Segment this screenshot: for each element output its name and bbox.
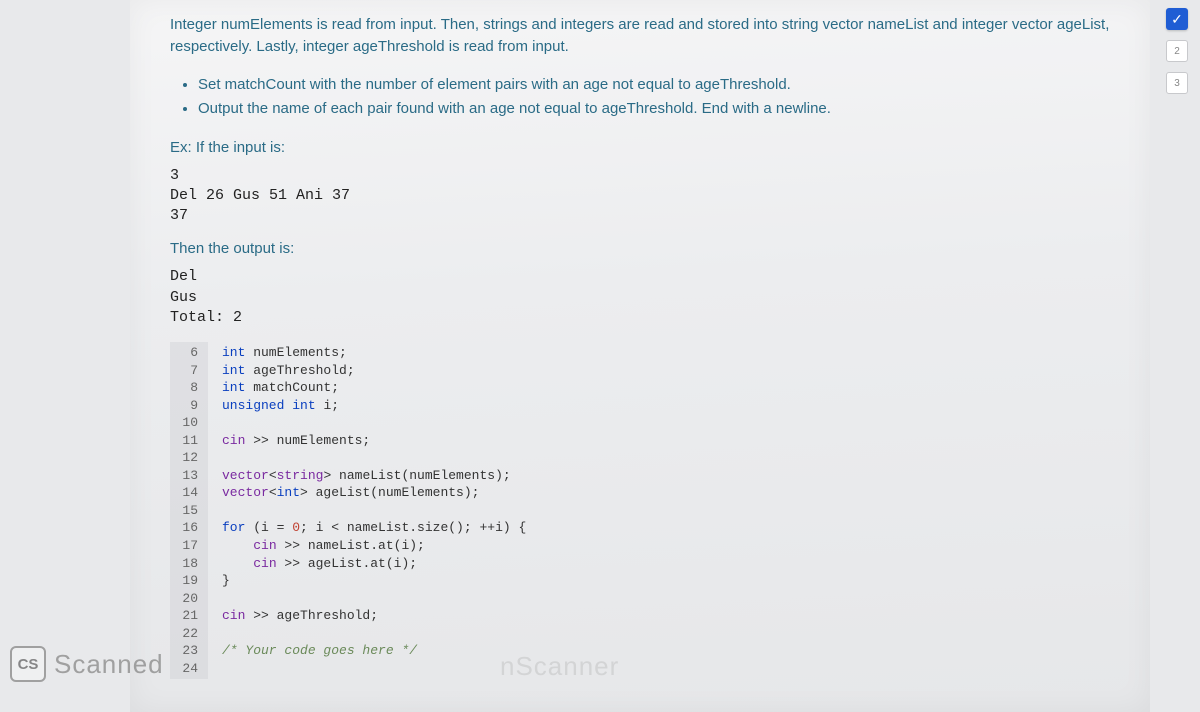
code-editor[interactable]: 6 7 8 9 10 11 12 13 14 15 16 17 18 19 20… [170,342,1120,679]
requirements-list: Set matchCount with the number of elemen… [198,74,1120,121]
example-output: Del Gus Total: 2 [170,267,1120,328]
step-box-3[interactable]: 3 [1166,72,1188,94]
example-input-label: Ex: If the input is: [170,139,1120,156]
line-number-gutter: 6 7 8 9 10 11 12 13 14 15 16 17 18 19 20… [170,342,208,679]
example-input: 3 Del 26 Gus 51 Ani 37 37 [170,166,1120,227]
code-content[interactable]: int numElements; int ageThreshold; int m… [208,342,526,679]
problem-page: Integer numElements is read from input. … [130,0,1150,712]
requirement-item: Set matchCount with the number of elemen… [198,74,1120,97]
progress-rail: ✓ 2 3 [1162,8,1192,94]
watermark-logo: CS [10,646,46,682]
problem-paragraph: Integer numElements is read from input. … [170,14,1120,58]
example-output-label: Then the output is: [170,240,1120,257]
step-box-2[interactable]: 2 [1166,40,1188,62]
requirement-item: Output the name of each pair found with … [198,98,1120,121]
check-icon[interactable]: ✓ [1166,8,1188,30]
